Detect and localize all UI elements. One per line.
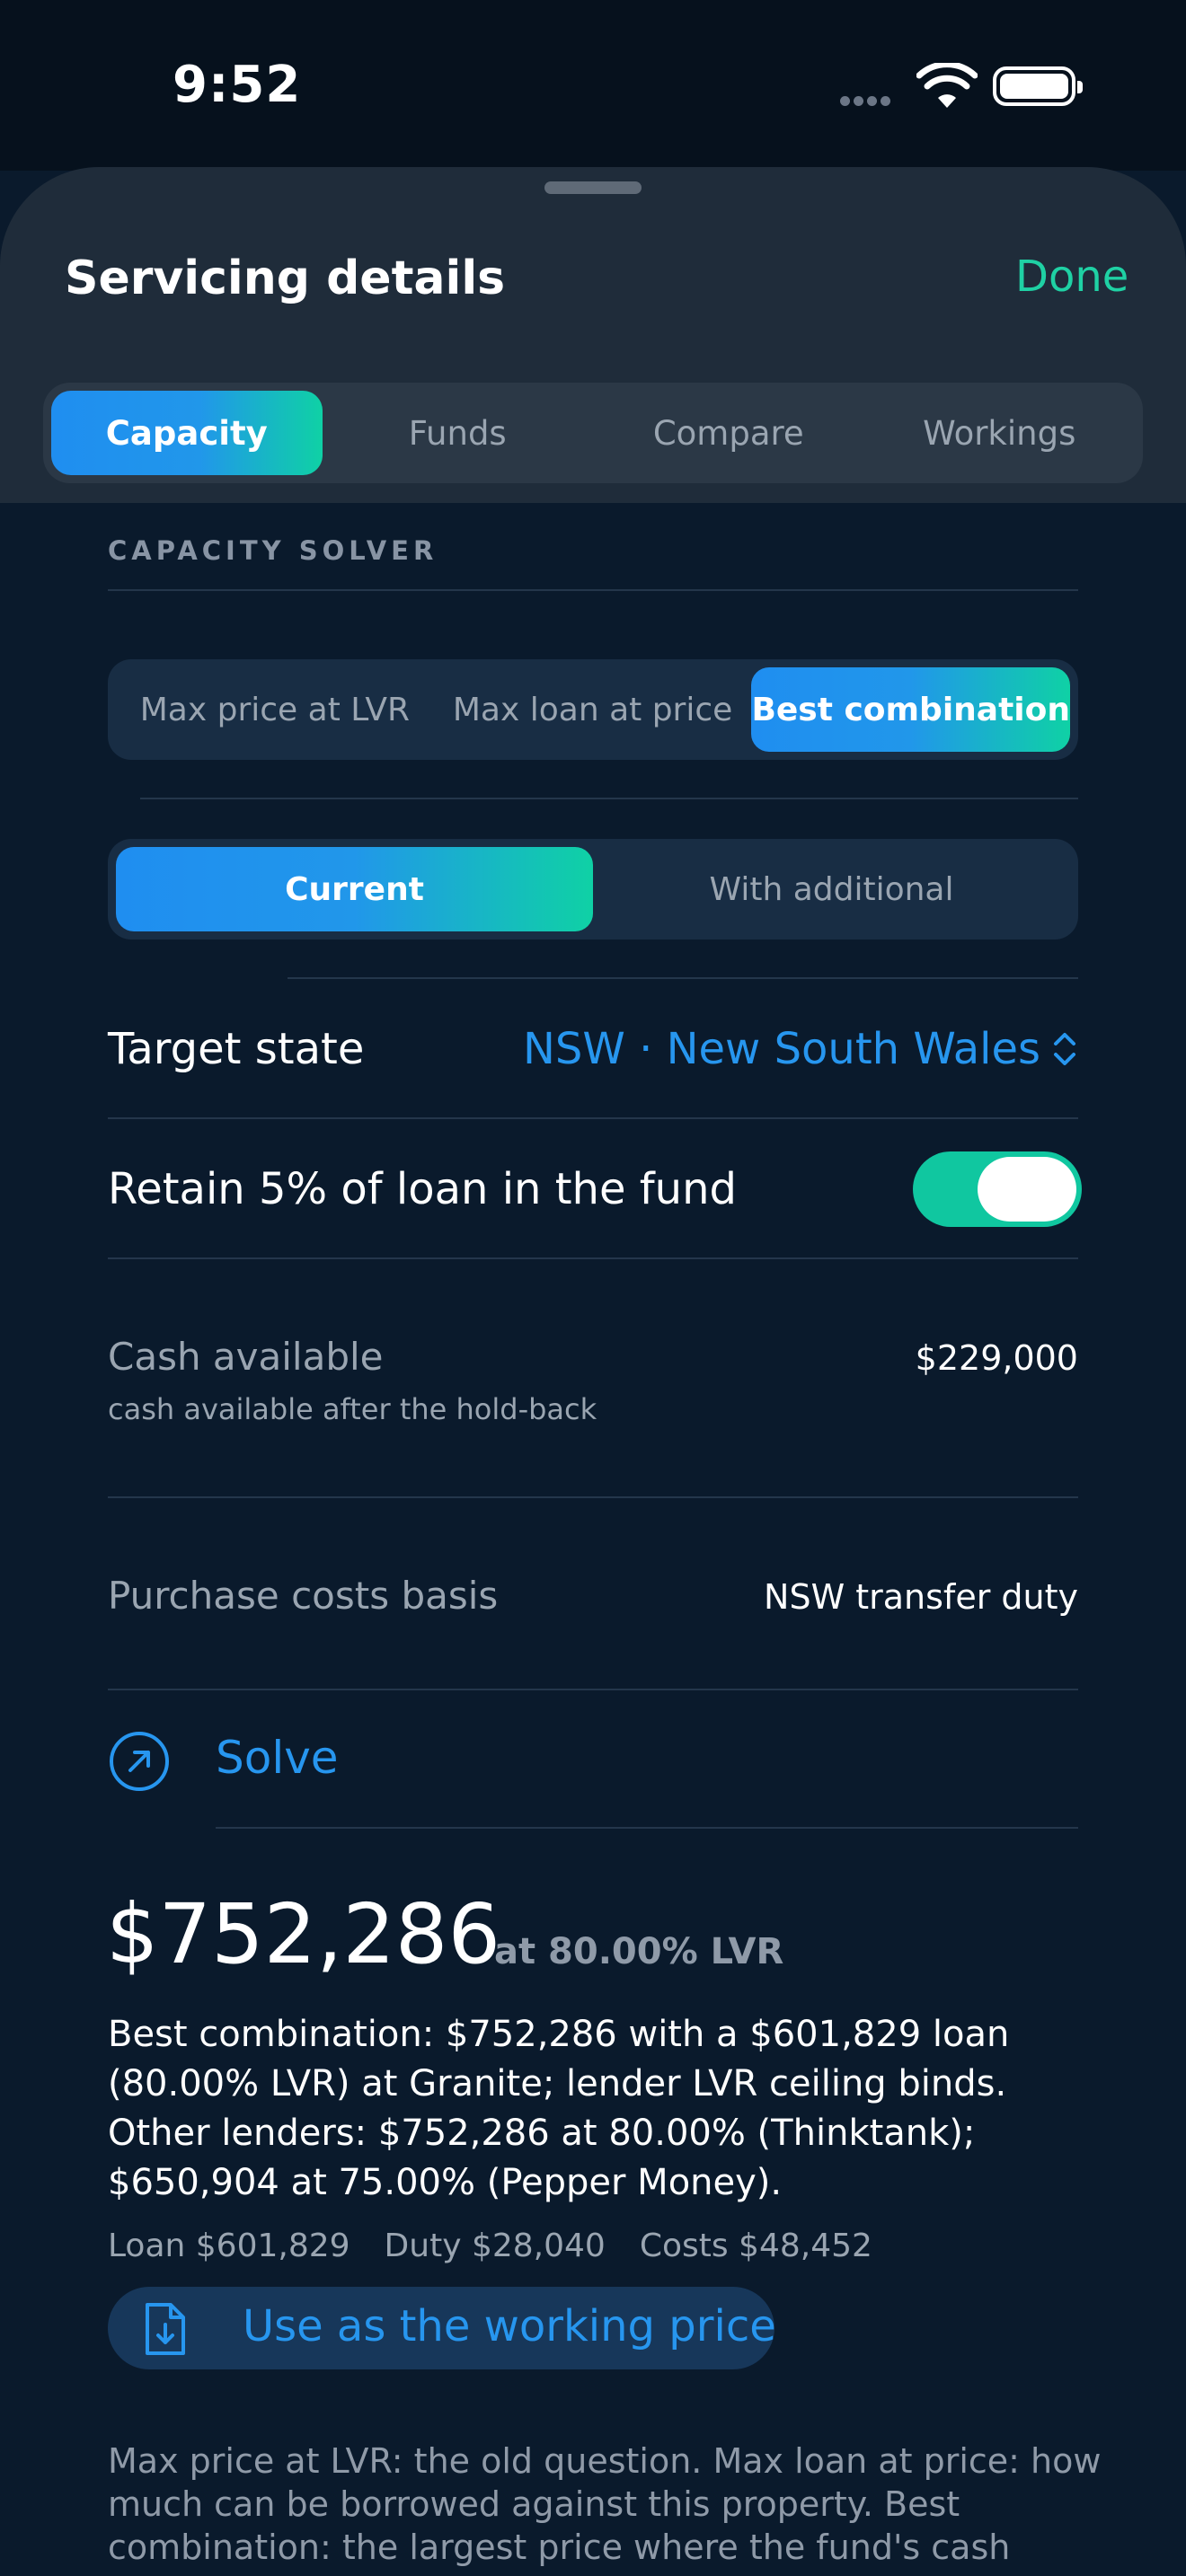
signal-icon bbox=[840, 93, 894, 110]
arrow-up-right-circle-icon[interactable] bbox=[108, 1730, 171, 1793]
sheet-grabber[interactable] bbox=[544, 181, 642, 194]
solve-button[interactable]: Solve bbox=[216, 1732, 339, 1784]
tab-workings[interactable]: Workings bbox=[864, 391, 1136, 475]
retain-label: Retain 5% of loan in the fund bbox=[108, 1164, 737, 1214]
tab-bar: Capacity Funds Compare Workings bbox=[43, 383, 1143, 483]
tab-funds[interactable]: Funds bbox=[323, 391, 594, 475]
scenario-current[interactable]: Current bbox=[116, 847, 593, 931]
tab-capacity[interactable]: Capacity bbox=[51, 391, 323, 475]
chevron-updown-icon bbox=[1054, 1033, 1075, 1065]
result-stats: Loan $601,829 Duty $28,040 Costs $48,452 bbox=[108, 2228, 872, 2264]
result-description: Best combination: $752,286 with a $601,8… bbox=[108, 2014, 1010, 2203]
scenario-segment: Current With additional bbox=[108, 839, 1078, 940]
stat-loan: Loan $601,829 bbox=[108, 2228, 350, 2264]
divider bbox=[108, 1689, 1078, 1690]
mode-segment: Max price at LVR Max loan at price Best … bbox=[108, 659, 1078, 760]
target-state-label: Target state bbox=[108, 1024, 365, 1074]
divider bbox=[108, 589, 1078, 591]
purchase-costs-label: Purchase costs basis bbox=[108, 1574, 499, 1618]
toggle-knob bbox=[978, 1157, 1076, 1222]
done-button[interactable]: Done bbox=[1015, 251, 1128, 302]
wifi-icon bbox=[916, 63, 978, 108]
page-title: Servicing details bbox=[65, 251, 506, 305]
mode-max-loan[interactable]: Max loan at price bbox=[434, 667, 752, 752]
cash-label: Cash available bbox=[108, 1335, 384, 1379]
divider bbox=[108, 1257, 1078, 1259]
document-download-icon bbox=[146, 2303, 185, 2355]
use-working-price-label[interactable]: Use as the working price bbox=[243, 2301, 776, 2351]
mode-max-price[interactable]: Max price at LVR bbox=[116, 667, 434, 752]
stat-duty: Duty $28,040 bbox=[384, 2228, 606, 2264]
divider bbox=[108, 1496, 1078, 1498]
target-state-value: NSW · New South Wales bbox=[523, 1024, 1040, 1074]
target-state-picker[interactable]: NSW · New South Wales bbox=[523, 1024, 1078, 1074]
footnote: Max price at LVR: the old question. Max … bbox=[108, 2441, 1102, 2567]
status-time: 9:52 bbox=[173, 56, 302, 114]
result-lvr: at 80.00% LVR bbox=[494, 1931, 784, 1972]
divider bbox=[288, 977, 1078, 979]
stat-costs: Costs $48,452 bbox=[639, 2228, 872, 2264]
battery-icon bbox=[993, 66, 1083, 106]
mode-best-combination[interactable]: Best combination bbox=[751, 667, 1070, 752]
purchase-costs-value[interactable]: NSW transfer duty bbox=[764, 1577, 1078, 1617]
result-amount: $752,286 bbox=[106, 1886, 500, 1982]
tab-compare[interactable]: Compare bbox=[593, 391, 864, 475]
cash-sublabel: cash available after the hold-back bbox=[108, 1392, 597, 1426]
scenario-with-additional[interactable]: With additional bbox=[593, 847, 1070, 931]
section-label: CAPACITY SOLVER bbox=[108, 535, 438, 566]
retain-toggle[interactable] bbox=[913, 1151, 1082, 1227]
divider bbox=[140, 798, 1078, 799]
divider bbox=[216, 1827, 1078, 1829]
divider bbox=[108, 1117, 1078, 1119]
cash-value: $229,000 bbox=[915, 1338, 1078, 1378]
